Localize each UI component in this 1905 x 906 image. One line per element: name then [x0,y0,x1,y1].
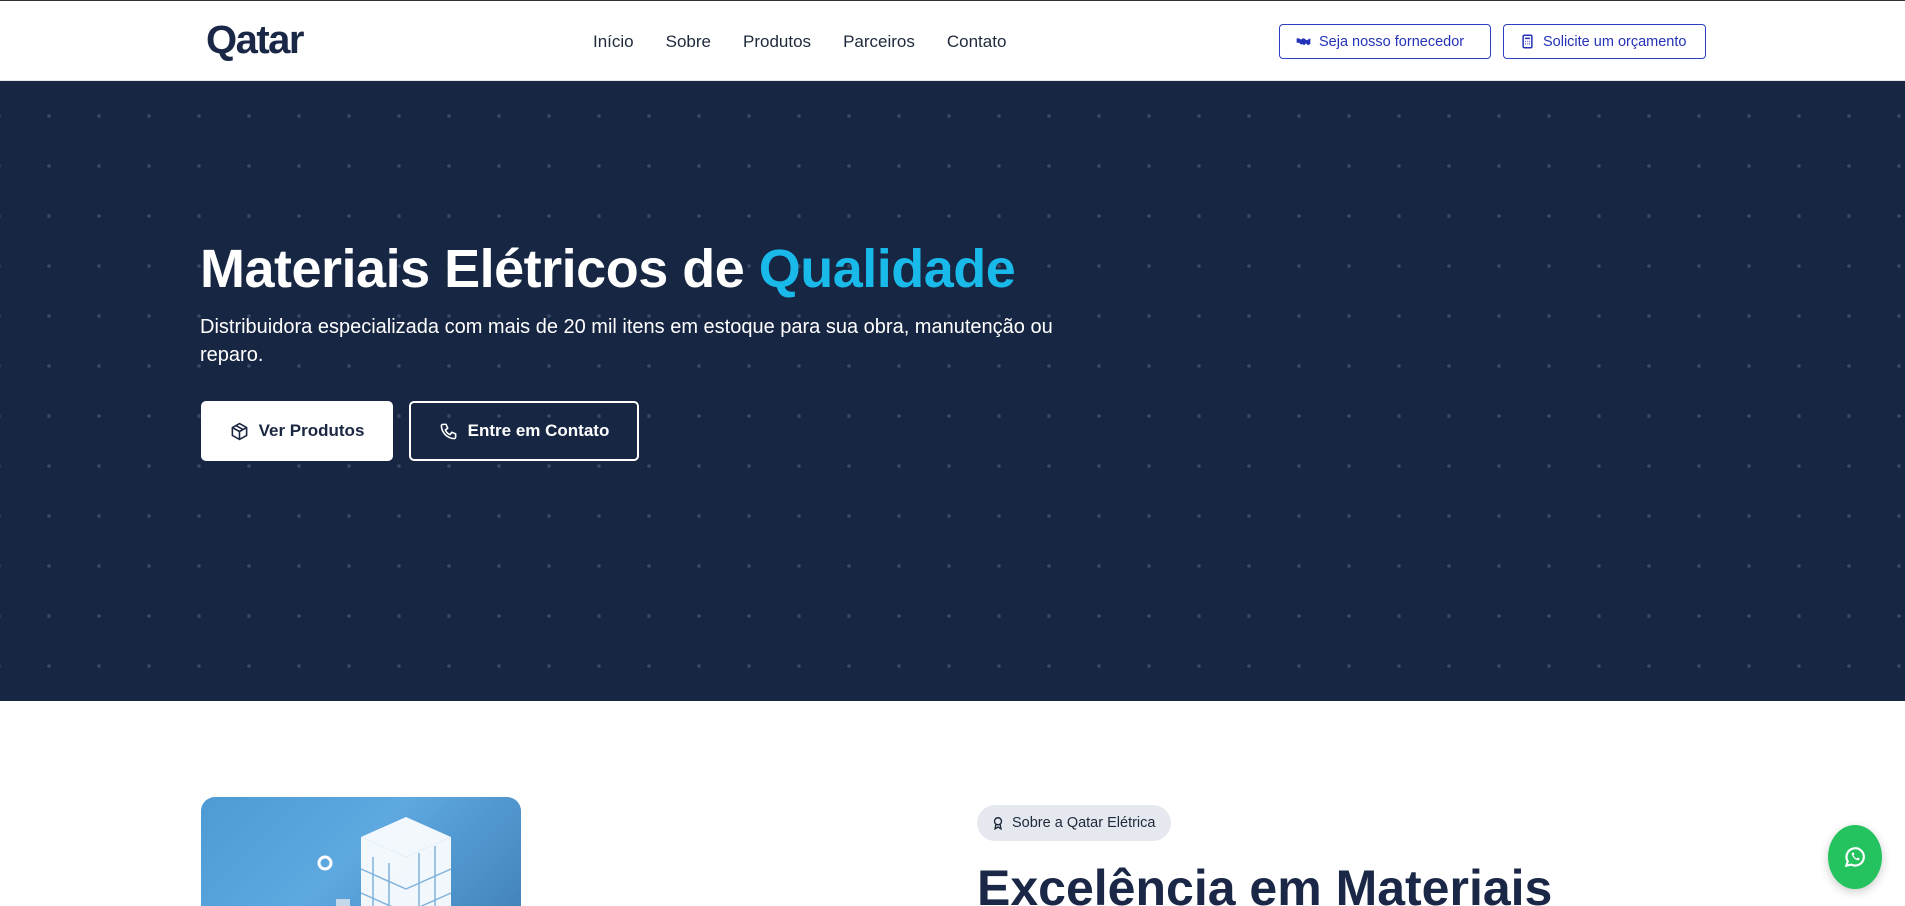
handshake-icon [1296,38,1311,46]
logo[interactable]: Qatar [206,18,305,62]
nav-link-produtos[interactable]: Produtos [743,31,811,53]
supplier-button[interactable]: Seja nosso fornecedor [1279,24,1491,59]
about-badge-label: Sobre a Qatar Elétrica [1012,815,1156,831]
warehouse-illustration [317,817,452,906]
hero-title-accent: Qualidade [758,239,1016,299]
contact-button-label: Entre em Contato [467,421,610,440]
quote-button[interactable]: Solicite um orçamento [1503,24,1706,59]
phone-icon [440,423,457,439]
about-badge: Sobre a Qatar Elétrica [977,805,1172,841]
nav-link-parceiros[interactable]: Parceiros [843,31,915,53]
nav-link-contato[interactable]: Contato [947,31,1007,53]
award-icon [993,817,1003,830]
hero-title-main: Materiais Elétricos de [200,239,745,299]
package-icon [231,422,248,440]
quote-button-label: Solicite um orçamento [1543,33,1687,50]
view-products-button[interactable]: Ver Produtos [201,401,393,461]
main-nav: Início Sobre Produtos Parceiros Contato [593,31,1038,53]
hero-title: Materiais Elétricos de Qualidade [200,236,1016,302]
warehouse-image [201,797,521,906]
hero-subtitle: Distribuidora especializada com mais de … [200,316,1053,366]
view-products-label: Ver Produtos [258,421,365,440]
nav-link-inicio[interactable]: Início [593,31,634,53]
hero-section: Materiais Elétricos de Qualidade Distrib… [0,81,1905,701]
supplier-button-label: Seja nosso fornecedor [1319,33,1465,50]
about-title: Excelência em Materiais [977,860,1553,906]
whatsapp-icon [1844,847,1865,868]
calculator-icon [1522,34,1533,49]
contact-button[interactable]: Entre em Contato [409,401,639,461]
nav-link-sobre[interactable]: Sobre [666,31,711,53]
site-header: Qatar Início Sobre Produtos Parceiros Co… [0,0,1905,81]
whatsapp-button[interactable] [1828,825,1882,889]
